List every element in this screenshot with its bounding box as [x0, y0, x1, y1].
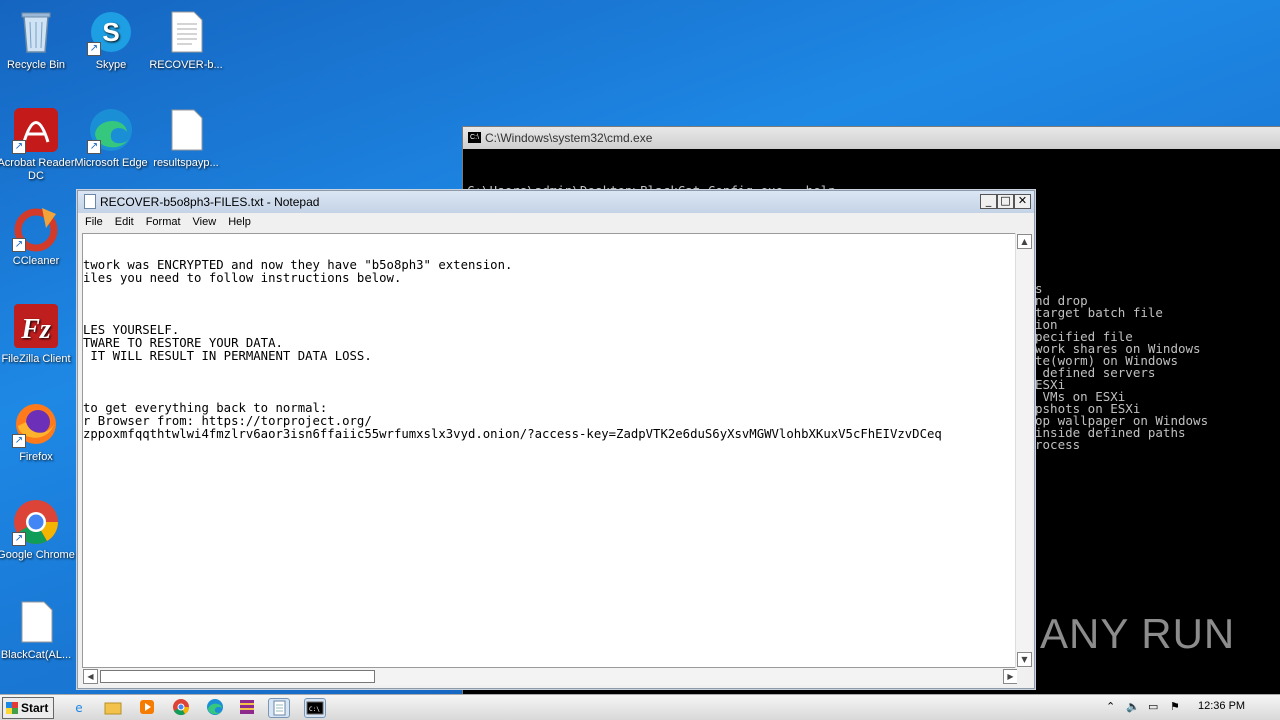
menu-bar: File Edit Format View Help	[78, 213, 1034, 233]
menu-view[interactable]: View	[186, 213, 222, 228]
minimize-button[interactable]: _	[980, 194, 997, 209]
watermark: ANY RUN	[1040, 610, 1236, 657]
desktop-icon-label: Recycle Bin	[6, 59, 66, 71]
firefox-icon: ↗	[12, 400, 60, 448]
start-button[interactable]: Start	[2, 697, 54, 719]
desktop-icon-acrobat[interactable]: ↗ Acrobat Reader DC	[0, 106, 76, 183]
window-title: RECOVER-b5o8ph3-FILES.txt - Notepad	[100, 195, 320, 209]
blank-file-icon	[12, 598, 60, 646]
desktop-icon-label: Firefox	[19, 451, 53, 463]
desktop-icon-label: resultspayp...	[153, 157, 219, 169]
text-line	[83, 311, 942, 324]
desktop-icon-recover-file[interactable]: RECOVER-b...	[146, 8, 226, 72]
svg-text:Fz: Fz	[20, 314, 51, 345]
text-line	[83, 376, 942, 389]
text-line: iles you need to follow instructions bel…	[83, 271, 402, 285]
cmd-help-line: target batch file	[1035, 305, 1163, 320]
horizontal-scrollbar[interactable]: ◀ ▶	[82, 668, 1019, 685]
acrobat-icon: ↗	[12, 106, 60, 154]
filezilla-icon: Fz	[12, 302, 60, 350]
svg-text:C:\: C:\	[309, 706, 320, 713]
cmd-title: C:\Windows\system32\cmd.exe	[485, 131, 653, 145]
resize-grip-icon[interactable]	[1017, 669, 1033, 685]
desktop-icon-label: Google Chrome	[0, 549, 75, 561]
cmd-help-output: s nd drop target batch file ion pecified fil…	[1035, 282, 1208, 452]
notepad-title-bar[interactable]: RECOVER-b5o8ph3-FILES.txt - Notepad _ □ …	[78, 191, 1034, 213]
desktop-icon-label: RECOVER-b...	[149, 59, 223, 71]
edge-icon[interactable]	[204, 698, 226, 718]
notepad-icon[interactable]	[268, 698, 290, 718]
desktop-icon-label: CCleaner	[12, 255, 60, 267]
desktop-icon-firefox[interactable]: ↗ Firefox	[0, 400, 76, 464]
text-line: zppoxmfqqthtwlwi4fmzlrv6aor3isn6ffaiic55…	[83, 427, 942, 441]
clock[interactable]: 12:36 PM	[1198, 700, 1245, 712]
text-line: IT WILL RESULT IN PERMANENT DATA LOSS.	[83, 349, 372, 363]
scroll-left-icon[interactable]: ◀	[83, 669, 98, 684]
system-tray: ⌃ 🔈 ▭ ⚑ 12:36 PM	[1100, 695, 1280, 720]
menu-edit[interactable]: Edit	[108, 213, 139, 228]
shortcut-arrow-icon: ↗	[87, 42, 101, 56]
vertical-scrollbar[interactable]: ▲ ▼	[1015, 233, 1032, 668]
cmd-icon: C:\	[468, 132, 481, 143]
desktop-icon-label: BlackCat(AL...	[0, 649, 72, 661]
desktop-icon-label: Microsoft Edge	[74, 157, 148, 169]
shortcut-arrow-icon: ↗	[12, 238, 26, 252]
recycle-bin-icon	[12, 8, 60, 56]
desktop-icon-recycle-bin[interactable]: Recycle Bin	[0, 8, 76, 72]
speaker-icon[interactable]: 🔈	[1126, 700, 1140, 713]
cmd-icon[interactable]: C:\	[304, 698, 326, 718]
desktop-icon-blackcat[interactable]: BlackCat(AL...	[0, 598, 76, 662]
shortcut-arrow-icon: ↗	[12, 532, 26, 546]
shortcut-arrow-icon: ↗	[87, 140, 101, 154]
chrome-icon: ↗	[12, 498, 60, 546]
skype-icon: S ↗	[87, 8, 135, 56]
windows-logo-icon	[6, 702, 18, 714]
flag-icon[interactable]: ⚑	[1170, 700, 1180, 713]
network-icon[interactable]: ▭	[1148, 700, 1158, 713]
notepad-icon	[84, 194, 96, 209]
menu-file[interactable]: File	[78, 213, 108, 228]
editor-content: twork was ENCRYPTED and now they have "b…	[83, 259, 942, 441]
ie-icon[interactable]: e	[68, 698, 90, 718]
taskbar: Start e C:\ ⌃ 🔈 ▭ ⚑ 12:36 PM	[0, 694, 1280, 720]
scroll-up-icon[interactable]: ▲	[1017, 234, 1032, 249]
desktop-icon-results-file[interactable]: resultspayp...	[146, 106, 226, 170]
ccleaner-icon: ↗	[12, 204, 60, 252]
close-button[interactable]: ✕	[1014, 194, 1031, 209]
desktop-icon-label: Skype	[95, 59, 127, 71]
desktop-icon-chrome[interactable]: ↗ Google Chrome	[0, 498, 76, 562]
text-line	[83, 363, 942, 376]
shortcut-arrow-icon: ↗	[12, 434, 26, 448]
menu-format[interactable]: Format	[139, 213, 186, 228]
desktop-icon-ccleaner[interactable]: ↗ CCleaner	[0, 204, 76, 268]
media-player-icon[interactable]	[136, 698, 158, 718]
menu-help[interactable]: Help	[221, 213, 256, 228]
text-file-icon	[162, 8, 210, 56]
show-hidden-icons-icon[interactable]: ⌃	[1106, 700, 1115, 713]
text-line	[83, 298, 942, 311]
scroll-down-icon[interactable]: ▼	[1017, 652, 1032, 667]
desktop-icon-label: Acrobat Reader DC	[0, 157, 75, 182]
desktop-icon-skype[interactable]: S ↗ Skype	[71, 8, 151, 72]
text-editor[interactable]: twork was ENCRYPTED and now they have "b…	[82, 233, 1019, 668]
scroll-right-icon[interactable]: ▶	[1003, 669, 1018, 684]
desktop-icon-filezilla[interactable]: Fz FileZilla Client	[0, 302, 76, 366]
notepad-window[interactable]: RECOVER-b5o8ph3-FILES.txt - Notepad _ □ …	[77, 190, 1035, 689]
shortcut-arrow-icon: ↗	[12, 140, 26, 154]
maximize-button[interactable]: □	[997, 194, 1014, 209]
desktop-icon-edge[interactable]: ↗ Microsoft Edge	[71, 106, 151, 170]
desktop-icon-label: FileZilla Client	[1, 353, 71, 365]
chrome-icon[interactable]	[170, 698, 192, 718]
explorer-icon[interactable]	[102, 698, 124, 718]
scroll-thumb[interactable]	[100, 670, 375, 683]
cmd-title-bar[interactable]: C:\ C:\Windows\system32\cmd.exe	[463, 127, 1280, 149]
svg-text:S: S	[102, 17, 119, 47]
winrar-icon[interactable]	[236, 698, 258, 718]
text-line	[83, 285, 942, 298]
start-label: Start	[21, 701, 49, 715]
edge-icon: ↗	[87, 106, 135, 154]
cmd-help-line: rocess	[1035, 437, 1081, 452]
blank-file-icon	[162, 106, 210, 154]
